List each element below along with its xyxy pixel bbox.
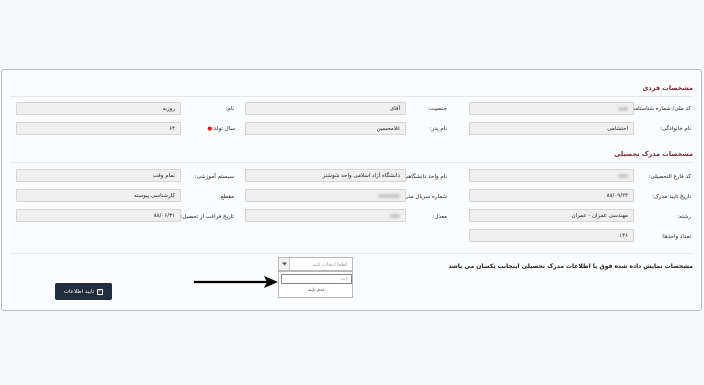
masked-value: [618, 173, 628, 178]
serial-field: [245, 189, 406, 202]
birth-year-label: سال تولد:●: [205, 126, 235, 132]
degree-field: کارشناسی پیوسته: [16, 189, 181, 202]
select-placeholder: لطفا انتخاب کنید: [312, 262, 347, 268]
confirmation-dropdown: تایید عدم تایید: [278, 271, 353, 298]
gender-label: جنسیت:: [428, 106, 447, 112]
birth-year-label-text: سال تولد:: [212, 126, 235, 132]
birth-year-field: ۶۴: [16, 122, 181, 135]
check-square-icon: ✓: [97, 288, 104, 295]
masked-value: [390, 213, 400, 218]
national-id-field: [469, 102, 634, 115]
university-label: نام واحد دانشگاهی:: [401, 174, 447, 180]
units-field: ۱۴۶: [469, 229, 634, 242]
university-field: دانشگاه آزاد اسلامی واحد شوشتر: [245, 169, 406, 182]
father-label: نام پدر:: [429, 126, 447, 132]
national-id-label: کد ملی/ شماره شناسنامه:: [630, 106, 691, 112]
units-label: تعداد واحدها:: [661, 234, 691, 240]
option-reject[interactable]: عدم تایید: [281, 288, 352, 293]
confirmation-select[interactable]: لطفا انتخاب کنید: [278, 257, 353, 271]
family-label: نام خانوادگی:: [660, 126, 691, 132]
major-field: مهندسی عمران - عمران: [469, 209, 634, 222]
divider: [10, 253, 693, 254]
name-label: نام:: [225, 106, 234, 112]
confirm-info-button-label: تایید اطلاعات: [63, 288, 95, 295]
system-field: تمام وقت: [16, 169, 181, 182]
average-field: [245, 209, 406, 222]
grad-code-field: [469, 169, 634, 182]
personal-section-title: مشخصات فردی: [642, 84, 693, 92]
divider: [10, 162, 693, 163]
family-field: احتشامی: [469, 122, 634, 135]
chevron-down-icon[interactable]: [279, 258, 290, 270]
average-label: معدل:: [432, 214, 447, 220]
masked-value: [618, 106, 628, 111]
grad-date-label: تاریخ فراغت از تحصیل:: [180, 214, 234, 220]
confirmation-question: مشخصات نمایش داده شده فوق با اطلاعات مدر…: [448, 263, 693, 270]
name-field: روزبه: [16, 102, 181, 115]
annotation-arrow-icon: [194, 276, 278, 288]
approval-date-label: تاریخ تایید مدرک:: [652, 194, 691, 200]
option-confirm[interactable]: تایید: [340, 277, 348, 282]
approval-date-field: ۸۸/۰۹/۲۴: [469, 189, 634, 202]
gender-field: آقای: [245, 102, 406, 115]
system-label: سیستم آموزشی:: [194, 174, 234, 180]
father-field: غلامحسین: [245, 122, 406, 135]
grad-code-label: کد فارغ التحصیلی:: [648, 174, 691, 180]
education-section-title: مشخصات مدرک تحصیلی: [614, 150, 693, 158]
masked-value: [378, 193, 400, 198]
confirm-info-button[interactable]: ✓ تایید اطلاعات: [55, 283, 112, 300]
major-label: رشته:: [677, 214, 691, 220]
dropdown-search-input[interactable]: تایید: [281, 274, 352, 284]
grad-date-field: ۸۸/۰۶/۳۱: [16, 209, 181, 222]
degree-label: مقطع:: [218, 194, 234, 200]
divider: [10, 96, 693, 97]
